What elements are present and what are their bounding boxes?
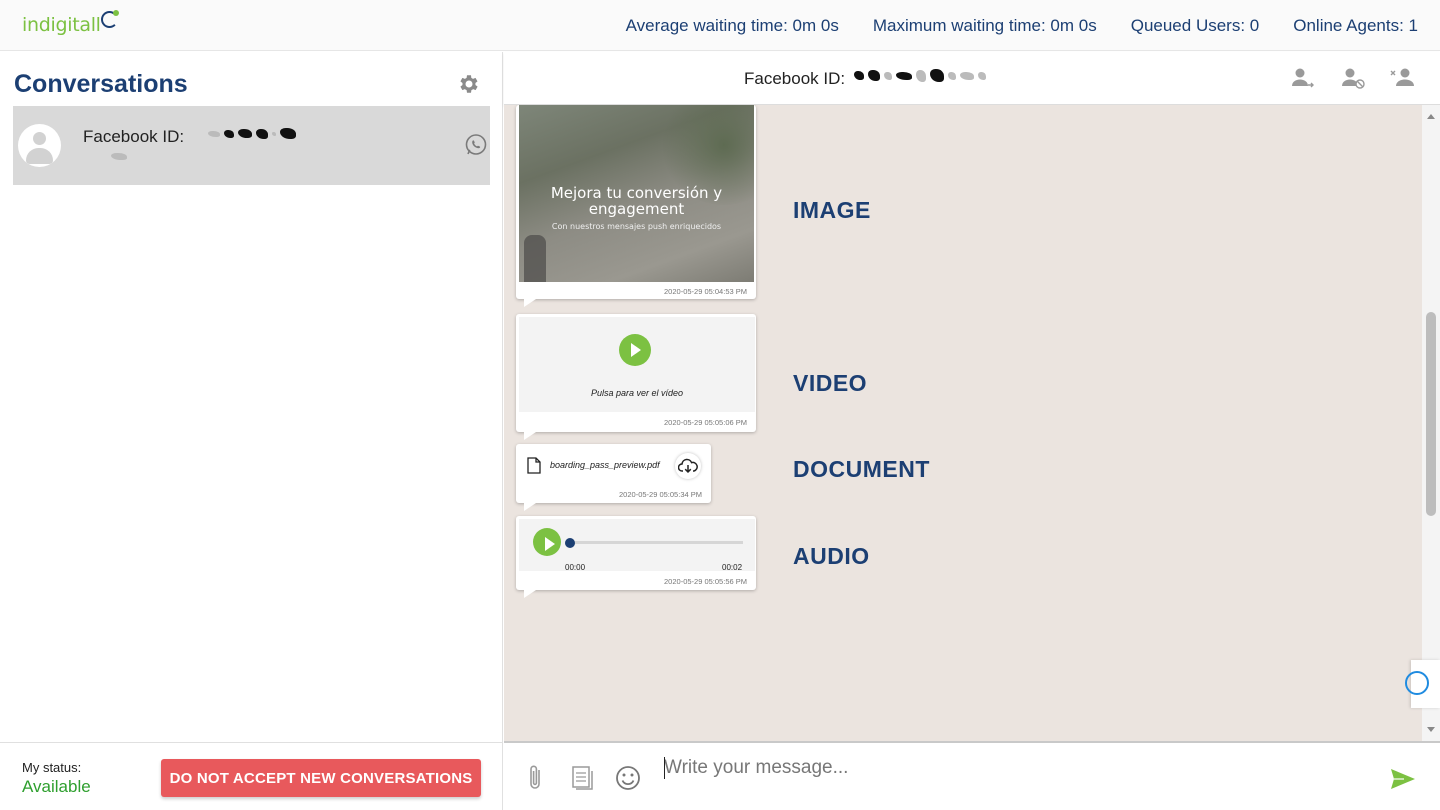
logo-dot-icon	[113, 10, 119, 16]
send-icon[interactable]	[1390, 768, 1416, 790]
chat-messages-area: Mejora tu conversión y engagement Con nu…	[504, 105, 1422, 741]
block-user-icon[interactable]	[1340, 66, 1366, 90]
attachment-icon[interactable]	[522, 763, 550, 793]
play-icon[interactable]	[619, 334, 651, 366]
queue-stats: Average waiting time: 0m 0s Maximum wait…	[626, 16, 1418, 36]
do-not-accept-button[interactable]: DO NOT ACCEPT NEW CONVERSATIONS	[161, 759, 481, 797]
agent-status-bar: My status: Available DO NOT ACCEPT NEW C…	[0, 742, 503, 810]
audio-player: 00:00 00:02	[519, 519, 755, 572]
maximum-waiting-time: Maximum waiting time: 0m 0s	[872, 16, 1097, 35]
type-label-image: IMAGE	[793, 197, 871, 223]
average-waiting-time: Average waiting time: 0m 0s	[625, 16, 839, 35]
redacted-id	[208, 128, 296, 139]
video-preview[interactable]: Pulsa para ver el vídeo	[519, 317, 755, 412]
file-icon	[527, 457, 541, 474]
scroll-thumb[interactable]	[1426, 312, 1436, 516]
queued-users: Queued Users: 0	[1130, 16, 1260, 35]
download-button[interactable]	[675, 453, 701, 479]
templates-icon[interactable]	[568, 763, 596, 793]
document-message[interactable]: boarding_pass_preview.pdf 2020-05-29 05:…	[516, 444, 711, 511]
avatar	[18, 124, 61, 167]
conversations-panel: Conversations Facebook ID:	[0, 52, 503, 742]
logo: indigitall	[22, 14, 101, 36]
redacted-id-line-2	[111, 153, 127, 160]
scroll-down-icon[interactable]	[1427, 727, 1435, 732]
scroll-up-icon[interactable]	[1427, 114, 1435, 119]
video-message[interactable]: Pulsa para ver el vídeo 2020-05-29 05:05…	[516, 314, 756, 440]
message-composer	[504, 741, 1440, 810]
text-cursor	[664, 757, 665, 779]
message-timestamp: 2020-05-29 05:05:34 PM	[619, 490, 702, 499]
play-icon[interactable]	[533, 528, 561, 556]
message-timestamp: 2020-05-29 05:05:06 PM	[664, 418, 747, 427]
image-preview[interactable]: Mejora tu conversión y engagement Con nu…	[519, 105, 754, 282]
message-timestamp: 2020-05-29 05:04:53 PM	[664, 287, 747, 296]
gear-icon[interactable]	[457, 72, 481, 96]
image-message[interactable]: Mejora tu conversión y engagement Con nu…	[516, 105, 756, 307]
redacted-chat-id	[854, 69, 986, 82]
check-circle-icon	[1405, 671, 1429, 695]
audio-progress-thumb[interactable]	[565, 538, 575, 548]
video-caption: Pulsa para ver el vídeo	[590, 388, 684, 398]
type-label-video: VIDEO	[793, 370, 868, 396]
conversation-item[interactable]: Facebook ID:	[13, 106, 490, 185]
audio-current-time: 00:00	[565, 563, 586, 572]
image-subtitle: Con nuestros mensajes push enriquecidos	[551, 222, 722, 231]
audio-progress-track[interactable]	[565, 541, 743, 544]
status-value[interactable]: Available	[22, 777, 91, 797]
cloud-download-icon	[678, 458, 698, 474]
whatsapp-icon	[465, 134, 487, 155]
emoji-icon[interactable]	[614, 763, 642, 793]
conversations-title: Conversations	[14, 70, 188, 98]
online-agents: Online Agents: 1	[1293, 16, 1418, 35]
document-file-name: boarding_pass_preview.pdf	[550, 460, 660, 470]
transfer-user-icon[interactable]	[1290, 66, 1316, 90]
chat-title: Facebook ID:	[744, 69, 846, 88]
chat-scrollbar[interactable]	[1422, 105, 1440, 741]
type-label-audio: AUDIO	[793, 543, 870, 569]
type-label-document: DOCUMENT	[793, 456, 930, 482]
image-title: Mejora tu conversión y engagement	[550, 184, 723, 218]
status-label: My status:	[22, 760, 82, 775]
close-user-icon[interactable]	[1390, 66, 1416, 90]
top-bar: indigitall Average waiting time: 0m 0s M…	[0, 0, 1440, 51]
message-input[interactable]	[664, 755, 1364, 781]
conversation-label: Facebook ID:	[83, 127, 185, 146]
side-widget-tab[interactable]	[1405, 660, 1440, 708]
message-timestamp: 2020-05-29 05:05:56 PM	[664, 577, 747, 586]
audio-message[interactable]: 00:00 00:02 2020-05-29 05:05:56 PM	[516, 516, 756, 598]
chat-header: Facebook ID:	[504, 52, 1440, 105]
audio-duration: 00:02	[722, 563, 743, 572]
